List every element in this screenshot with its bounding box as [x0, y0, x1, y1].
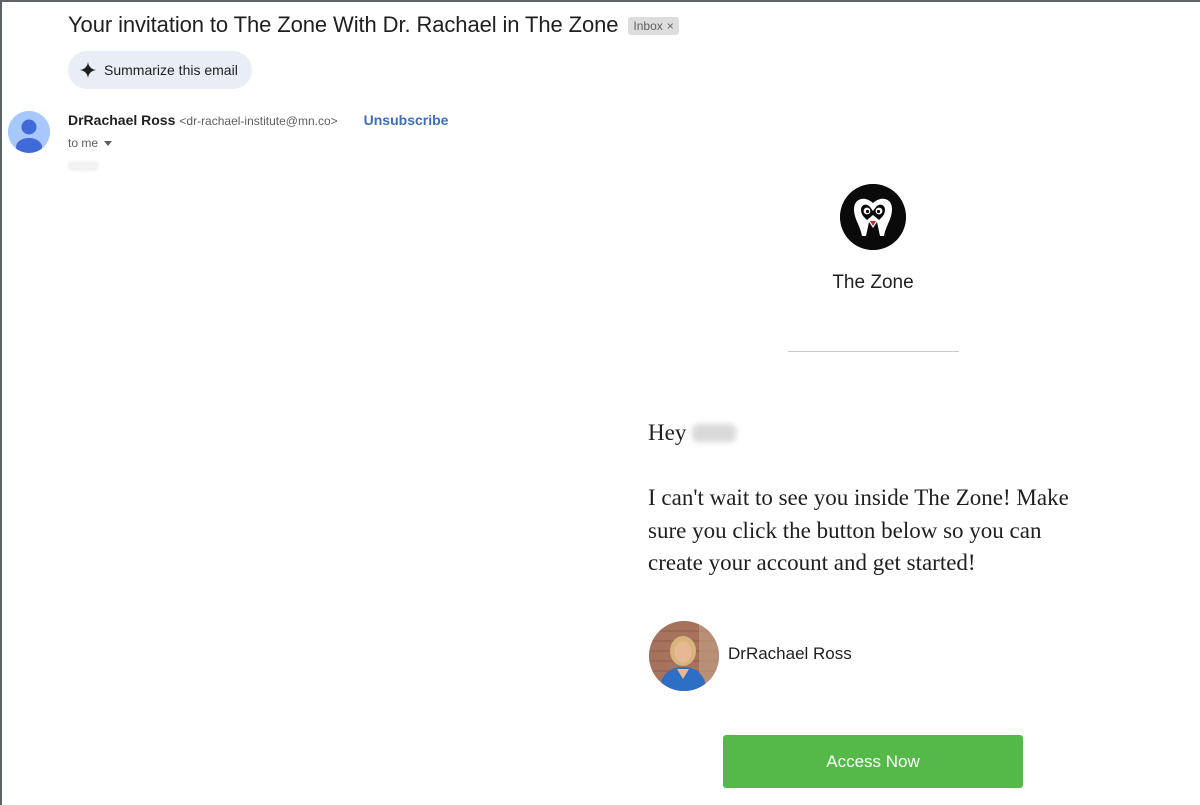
brand-name: The Zone — [832, 272, 914, 293]
person-avatar-icon — [8, 111, 50, 153]
recipient-details-toggle[interactable]: to me — [68, 136, 113, 150]
sender-name[interactable]: DrRachael Ross — [68, 112, 175, 128]
content-divider — [788, 351, 959, 352]
summarize-email-button[interactable]: Summarize this email — [68, 51, 252, 89]
author-photo — [649, 621, 719, 691]
access-now-button[interactable]: Access Now — [723, 735, 1023, 788]
summarize-label: Summarize this email — [104, 62, 238, 78]
message-body: I can't wait to see you inside The Zone!… — [648, 485, 1069, 575]
author-portrait-image — [649, 621, 719, 691]
inbox-label-text: Inbox — [633, 19, 663, 33]
the-zone-logo — [840, 184, 906, 250]
sender-avatar[interactable] — [8, 111, 50, 153]
redacted-date — [68, 161, 98, 171]
unsubscribe-link[interactable]: Unsubscribe — [364, 112, 449, 128]
email-subject: Your invitation to The Zone With Dr. Rac… — [68, 12, 619, 37]
redacted-recipient-name — [692, 424, 737, 442]
window-left-border — [0, 0, 2, 805]
window-top-border — [0, 0, 1200, 2]
remove-label-icon[interactable]: × — [667, 19, 674, 33]
caret-down-icon — [104, 140, 113, 146]
author-name: DrRachael Ross — [728, 644, 852, 663]
recipient-label: to me — [68, 136, 99, 150]
inbox-label-chip[interactable]: Inbox × — [628, 17, 679, 35]
greeting-text: Hey — [648, 420, 687, 445]
greeting: Hey — [648, 420, 737, 446]
sparkle-icon — [80, 62, 96, 78]
sender-row: DrRachael Ross <dr-rachael-institute@mn.… — [68, 112, 448, 128]
sender-email: <dr-rachael-institute@mn.co> — [179, 114, 338, 128]
subject-row: Your invitation to The Zone With Dr. Rac… — [68, 12, 679, 38]
